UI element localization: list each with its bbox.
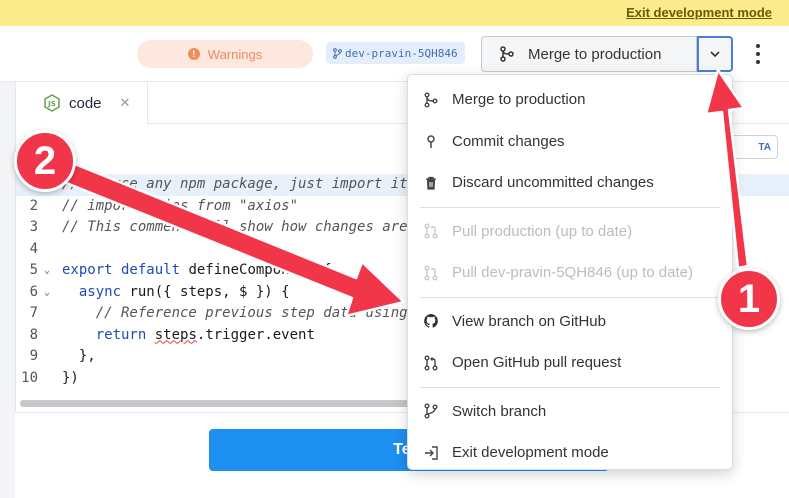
- tab-label: code: [69, 94, 102, 112]
- menu-item-label: Open GitHub pull request: [452, 354, 622, 372]
- menu-item-view-branch-on-github[interactable]: View branch on GitHub: [408, 301, 732, 343]
- merge-to-production-button[interactable]: Merge to production: [481, 36, 697, 72]
- git-merge-icon: [424, 92, 438, 108]
- fold-chevron-icon[interactable]: ⌄: [44, 282, 50, 304]
- menu-item-switch-branch[interactable]: Switch branch: [408, 391, 732, 433]
- menu-item-label: Switch branch: [452, 402, 547, 420]
- merge-options-menu: Merge to production Commit changes Discard…: [407, 74, 733, 470]
- svg-text:JS: JS: [47, 100, 56, 108]
- exit-icon: [425, 446, 438, 460]
- menu-item-pull-production-up-to-date: Pull production (up to date): [408, 211, 732, 253]
- line-number: 2: [29, 197, 38, 214]
- menu-item-discard-uncommitted-changes[interactable]: Discard uncommitted changes: [408, 162, 732, 204]
- branch-tag[interactable]: dev-pravin-5QH846: [326, 42, 465, 64]
- annotation-badge-1: 1: [718, 268, 780, 330]
- menu-item-commit-changes[interactable]: Commit changes: [408, 121, 732, 163]
- close-icon[interactable]: ✕: [120, 95, 131, 111]
- menu-item-label: Discard uncommitted changes: [452, 174, 654, 192]
- menu-separator: [420, 386, 720, 388]
- annotation-badge-2: 2: [14, 130, 76, 192]
- menu-item-label: Exit development mode: [452, 444, 609, 462]
- horizontal-scrollbar[interactable]: [20, 400, 416, 407]
- menu-item-exit-development-mode[interactable]: Exit development mode: [408, 432, 732, 474]
- code-text: },: [78, 348, 96, 364]
- git-merge-icon: [500, 46, 514, 62]
- chevron-down-icon: [710, 51, 720, 57]
- git-branch-icon: [333, 47, 342, 59]
- git-commit-icon: [427, 135, 435, 149]
- git-pull-icon: [424, 223, 438, 239]
- line-number: 6: [29, 283, 38, 300]
- line-number: 8: [29, 326, 38, 343]
- menu-item-label: Pull dev-pravin-5QH846 (up to date): [452, 264, 693, 282]
- menu-separator: [420, 206, 720, 208]
- warnings-pill[interactable]: ! Warnings: [137, 40, 313, 68]
- code-text: // import axios from "axios": [62, 197, 299, 214]
- menu-item-pull-dev-pravin-5qh846-up-to-date: Pull dev-pravin-5QH846 (up to date): [408, 252, 732, 294]
- line-number: 9: [29, 348, 38, 364]
- code-text: // To use any npm package, just import i…: [62, 176, 408, 192]
- line-number: 7: [29, 305, 38, 321]
- code-keyword: async: [78, 283, 122, 300]
- git-branch-icon: [424, 403, 438, 419]
- menu-separator: [420, 296, 720, 298]
- git-pull-icon: [424, 265, 438, 281]
- line-number: 10: [21, 369, 38, 386]
- menu-item-open-github-pull-request[interactable]: Open GitHub pull request: [408, 342, 732, 384]
- code-text: // Reference previous step data using: [95, 305, 408, 321]
- github-icon: [424, 314, 438, 328]
- menu-item-label: Commit changes: [452, 132, 565, 150]
- code-error-token: steps: [154, 326, 197, 343]
- merge-button-label: Merge to production: [528, 45, 662, 63]
- code-text: }): [62, 369, 79, 386]
- code-text: defineComponent({: [180, 262, 332, 278]
- branch-name: dev-pravin-5QH846: [345, 46, 458, 60]
- merge-options-dropdown-button[interactable]: [697, 36, 733, 72]
- code-keyword: export default: [62, 262, 181, 278]
- warning-icon: !: [187, 48, 200, 60]
- dev-mode-banner: Exit development mode: [0, 0, 789, 26]
- line-number: 3: [29, 219, 38, 235]
- code-text: run({ steps, $ }) {: [121, 283, 290, 300]
- code-text: // This comment will show how changes ar…: [62, 219, 408, 235]
- line-number: 4: [29, 240, 38, 257]
- menu-item-label: Merge to production: [452, 91, 586, 109]
- fold-chevron-icon[interactable]: ⌄: [44, 260, 50, 282]
- menu-item-merge-to-production[interactable]: Merge to production: [408, 79, 732, 121]
- code-keyword: return: [95, 326, 147, 343]
- nodejs-icon: JS: [44, 94, 60, 112]
- menu-item-label: Pull production (up to date): [452, 222, 633, 240]
- git-pull-request-icon: [424, 355, 438, 371]
- trash-icon: [426, 176, 436, 190]
- line-number: 5: [29, 262, 38, 278]
- warnings-label: Warnings: [207, 46, 263, 62]
- menu-item-label: View branch on GitHub: [452, 312, 606, 330]
- more-options-icon[interactable]: [752, 42, 764, 66]
- exit-dev-mode-link[interactable]: Exit development mode: [626, 5, 772, 20]
- editor-action-button[interactable]: TA: [730, 135, 778, 159]
- code-text: .trigger.event: [196, 326, 315, 343]
- tab-code[interactable]: JS code ✕: [16, 82, 148, 124]
